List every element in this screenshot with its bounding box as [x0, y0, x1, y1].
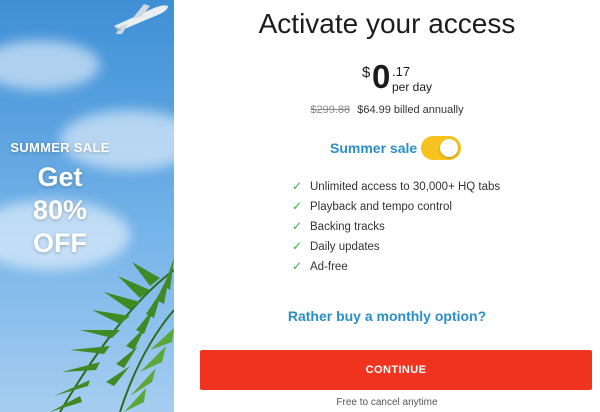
check-icon: ✓ [292, 259, 303, 273]
check-icon: ✓ [292, 239, 303, 253]
price-cents: .17 [392, 64, 411, 79]
check-icon: ✓ [292, 199, 303, 213]
cloud [0, 40, 100, 90]
summer-sale-label: Summer sale [330, 140, 418, 156]
promo-text: SUMMER SALE Get 80% OFF [0, 140, 120, 260]
summer-sale-toggle[interactable] [421, 136, 461, 160]
promo-panel: SUMMER SALE Get 80% OFF [0, 0, 174, 412]
cancel-note: Free to cancel anytime [336, 397, 438, 408]
monthly-option-link[interactable]: Rather buy a monthly option? [174, 308, 600, 324]
promo-eyebrow: SUMMER SALE [10, 140, 110, 155]
feature-list: ✓ Unlimited access to 30,000+ HQ tabs ✓ Pl… [292, 176, 500, 276]
price-currency: $ [362, 64, 371, 81]
list-item: ✓ Backing tracks [292, 216, 500, 236]
old-price: $299.88 [310, 104, 351, 116]
check-icon: ✓ [292, 219, 303, 233]
summer-sale-row: Summer sale [330, 135, 470, 161]
page-title: Activate your access [258, 8, 516, 39]
airplane-image [114, 4, 168, 34]
paywall-dialog: SUMMER SALE Get 80% OFF Activate your ac… [0, 0, 600, 412]
list-item: ✓ Unlimited access to 30,000+ HQ tabs [292, 176, 500, 196]
continue-button[interactable]: CONTINUE [200, 350, 592, 390]
check-icon: ✓ [292, 179, 303, 193]
annual-price: $64.99 billed annually [357, 104, 464, 116]
price-whole: 0 [372, 58, 391, 95]
toggle-knob [440, 139, 458, 157]
promo-line-get: Get [37, 162, 83, 192]
offer-content: Activate your access $ 0 .17 per day $29… [174, 0, 600, 412]
price-period: per day [392, 80, 433, 94]
list-item: ✓ Playback and tempo control [292, 196, 500, 216]
list-item: ✓ Daily updates [292, 236, 500, 256]
palm-leaves-image [50, 258, 174, 412]
promo-line-percent: 80% [32, 195, 88, 225]
list-item: ✓ Ad-free [292, 256, 500, 276]
billing-info: $299.88 $64.99 billed annually [174, 104, 600, 116]
